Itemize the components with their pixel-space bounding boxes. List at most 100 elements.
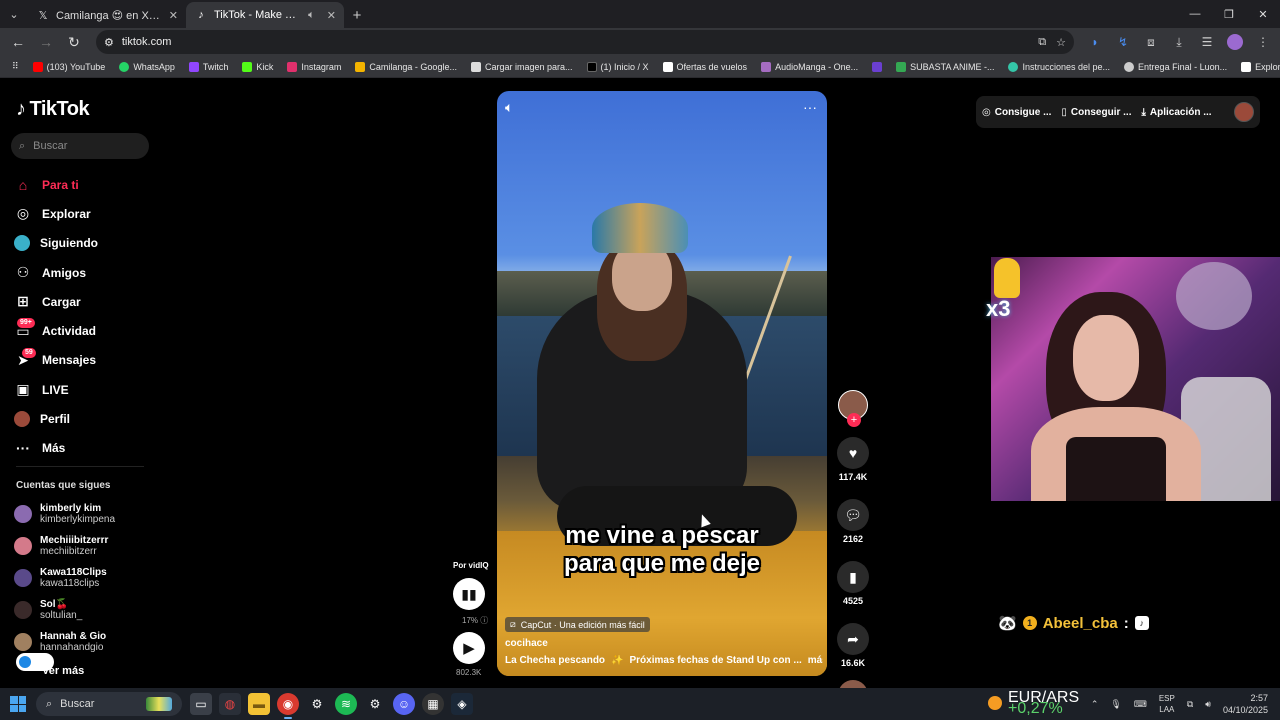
extension-icon[interactable]: ◗ — [1084, 31, 1106, 53]
download-icon[interactable]: ⤓ — [1168, 31, 1190, 53]
bookmark-audiomanga[interactable]: AudioManga - One... — [755, 57, 864, 77]
following-account[interactable]: Kawa118Clips kawa118clips — [14, 562, 154, 594]
tab-search-list-icon[interactable]: ☰ — [1196, 31, 1218, 53]
restore-icon[interactable]: ❐ — [1212, 0, 1246, 28]
description-more-link[interactable]: más — [808, 655, 823, 666]
reload-button[interactable]: ↻ — [62, 30, 86, 54]
bookmark-patreon[interactable]: Explorar | Patreon — [1235, 57, 1280, 77]
tiktok-logo[interactable]: ♪ TikTok — [16, 98, 90, 121]
see-more-link[interactable]: Ver más — [42, 665, 84, 677]
share-button[interactable]: ➦ — [837, 623, 869, 655]
nav-perfil[interactable]: Perfil — [14, 404, 154, 433]
more-options-icon[interactable]: ··· — [803, 99, 817, 116]
back-button[interactable]: ← — [6, 30, 30, 54]
get-app-button[interactable]: ▯ Conseguir ... — [1061, 107, 1131, 118]
taskbar-search[interactable]: ⌕ Buscar — [36, 692, 182, 716]
video-player[interactable]: 🔈︎ ··· me vine a pescar para que me deje… — [497, 91, 827, 676]
bookmark-x[interactable]: (1) Inicio / X — [581, 57, 655, 77]
creator-avatar[interactable]: + — [838, 390, 868, 427]
tab-tiktok[interactable]: ♪ TikTok - Make Your Day 🔈︎ ✕ — [186, 2, 344, 28]
following-account[interactable]: Sol🍒 soltulian_ — [14, 594, 154, 626]
keyboard-icon[interactable]: ⌨ — [1134, 699, 1147, 710]
translate-extension-icon[interactable]: ↯ — [1112, 31, 1134, 53]
nav-amigos[interactable]: ⚇ Amigos — [14, 258, 154, 287]
bookmark-subasta[interactable]: SUBASTA ANIME -... — [890, 57, 1000, 77]
following-account[interactable]: kimberly kim kimberlykimpena — [14, 498, 154, 530]
stock-ticker-widget[interactable]: EUR/ARS +0,27% — [988, 690, 1079, 717]
comment-button[interactable]: 💬︎ — [837, 499, 869, 531]
download-app-button[interactable]: ⤓ Aplicación ... — [1141, 107, 1211, 118]
user-avatar[interactable] — [1234, 102, 1254, 122]
bookmark-google-drive[interactable]: Camilanga - Google... — [349, 57, 463, 77]
nav-mensajes[interactable]: ➤ 59 Mensajes — [14, 346, 154, 375]
nav-cargar[interactable]: ⊞ Cargar — [14, 287, 154, 316]
volume-icon[interactable]: 🔊︎ — [1205, 699, 1211, 710]
vidiq-play-button[interactable]: ▶ — [453, 632, 485, 664]
bookmark-youtube[interactable]: (103) YouTube — [27, 57, 112, 77]
microphone-icon[interactable]: 🎙︎ — [1110, 699, 1121, 710]
tab-camilanga[interactable]: 𝕏 Camilanga 😍 en X: "las nudes ✕ — [28, 2, 186, 28]
close-window-icon[interactable]: ✕ — [1246, 0, 1280, 28]
spotify-icon[interactable]: ≋ — [335, 693, 357, 715]
bookmark-purple[interactable] — [866, 57, 888, 77]
get-coins-button[interactable]: ◎ Consigue ... — [982, 107, 1051, 118]
minimize-icon[interactable]: — — [1178, 0, 1212, 28]
following-account[interactable]: Mechiiibitzerrr mechiibitzerr — [14, 530, 154, 562]
bookmark-entrega-final[interactable]: Entrega Final - Luon... — [1118, 57, 1233, 77]
nav-para-ti[interactable]: ⌂ Para ti — [14, 170, 154, 199]
chevron-up-icon[interactable]: ⌃ — [1091, 699, 1099, 710]
tiktok-icon: ♪ — [198, 9, 204, 21]
nav-actividad[interactable]: ▭ 99+ Actividad — [14, 316, 154, 345]
install-app-icon[interactable]: ⧉ — [1038, 36, 1046, 49]
address-bar[interactable]: ⚙ tiktok.com ⧉ ☆ — [96, 30, 1074, 54]
save-button[interactable]: ▮ — [837, 561, 869, 593]
nav-mas[interactable]: ··· Más — [14, 434, 154, 463]
site-info-icon[interactable]: ⚙ — [104, 36, 114, 49]
video-author[interactable]: cocihace — [505, 638, 548, 649]
start-button[interactable] — [0, 688, 36, 720]
close-tab-icon[interactable]: ✕ — [169, 9, 178, 22]
bookmark-instrucciones[interactable]: Instrucciones del pe... — [1002, 57, 1116, 77]
close-tab-icon[interactable]: ✕ — [327, 9, 336, 22]
app-icon[interactable]: ◍ — [219, 693, 241, 715]
panda-poster — [1176, 262, 1252, 330]
obs-icon[interactable]: ⚙ — [364, 693, 386, 715]
volume-icon[interactable]: 🔈︎ — [505, 99, 513, 116]
chrome-icon[interactable]: ◉ — [277, 693, 299, 719]
apps-grid-icon[interactable]: ⠿ — [6, 57, 25, 77]
extensions-puzzle-icon[interactable]: ⧈ — [1140, 31, 1162, 53]
steam-settings-icon[interactable]: ⚙ — [306, 693, 328, 715]
bookmark-twitch[interactable]: Twitch — [183, 57, 235, 77]
file-explorer-icon[interactable]: ▬ — [248, 693, 270, 715]
language-indicator[interactable]: ESP LAA — [1159, 693, 1175, 715]
capcut-tag[interactable]: ⧄ CapCut · Una edición más fácil — [505, 617, 650, 632]
like-button[interactable]: ♥ — [837, 437, 869, 469]
stream-deck-icon[interactable]: ▦ — [422, 693, 444, 715]
network-icon[interactable]: ⧉ — [1187, 699, 1193, 710]
clock[interactable]: 2:57 04/10/2025 — [1223, 692, 1268, 716]
vidiq-stats-button[interactable]: ▮▮ — [453, 578, 485, 610]
steam-icon[interactable]: ◈ — [451, 693, 473, 715]
follow-plus-icon[interactable]: + — [847, 413, 861, 427]
bookmark-instagram[interactable]: Instagram — [281, 57, 347, 77]
bookmark-star-icon[interactable]: ☆ — [1056, 36, 1066, 49]
forward-button[interactable]: → — [34, 30, 58, 54]
nav-siguiendo[interactable]: Siguiendo — [14, 229, 154, 258]
action-label: Aplicación ... — [1149, 106, 1212, 118]
new-tab-button[interactable]: + — [344, 2, 370, 28]
chrome-menu-icon[interactable]: ⋮ — [1252, 31, 1274, 53]
bookmark-cargar-imagen[interactable]: Cargar imagen para... — [465, 57, 579, 77]
bookmark-whatsapp[interactable]: WhatsApp — [113, 57, 181, 77]
bookmark-kick[interactable]: Kick — [236, 57, 279, 77]
search-input[interactable]: ⌕ Buscar — [11, 133, 149, 159]
tab-search-icon[interactable]: ⌄ — [0, 0, 28, 28]
profile-avatar[interactable] — [1224, 31, 1246, 53]
info-icon[interactable]: ⓘ — [480, 616, 488, 625]
bookmark-label: Kick — [256, 61, 274, 72]
bookmark-vuelos[interactable]: Ofertas de vuelos — [657, 57, 754, 77]
discord-icon[interactable]: ☺ — [393, 693, 415, 715]
nav-explorar[interactable]: ◎ Explorar — [14, 199, 154, 228]
task-view-icon[interactable]: ▭ — [190, 693, 212, 715]
nav-live[interactable]: ▣ LIVE — [14, 375, 154, 404]
audio-icon[interactable]: 🔈︎ — [308, 9, 315, 22]
